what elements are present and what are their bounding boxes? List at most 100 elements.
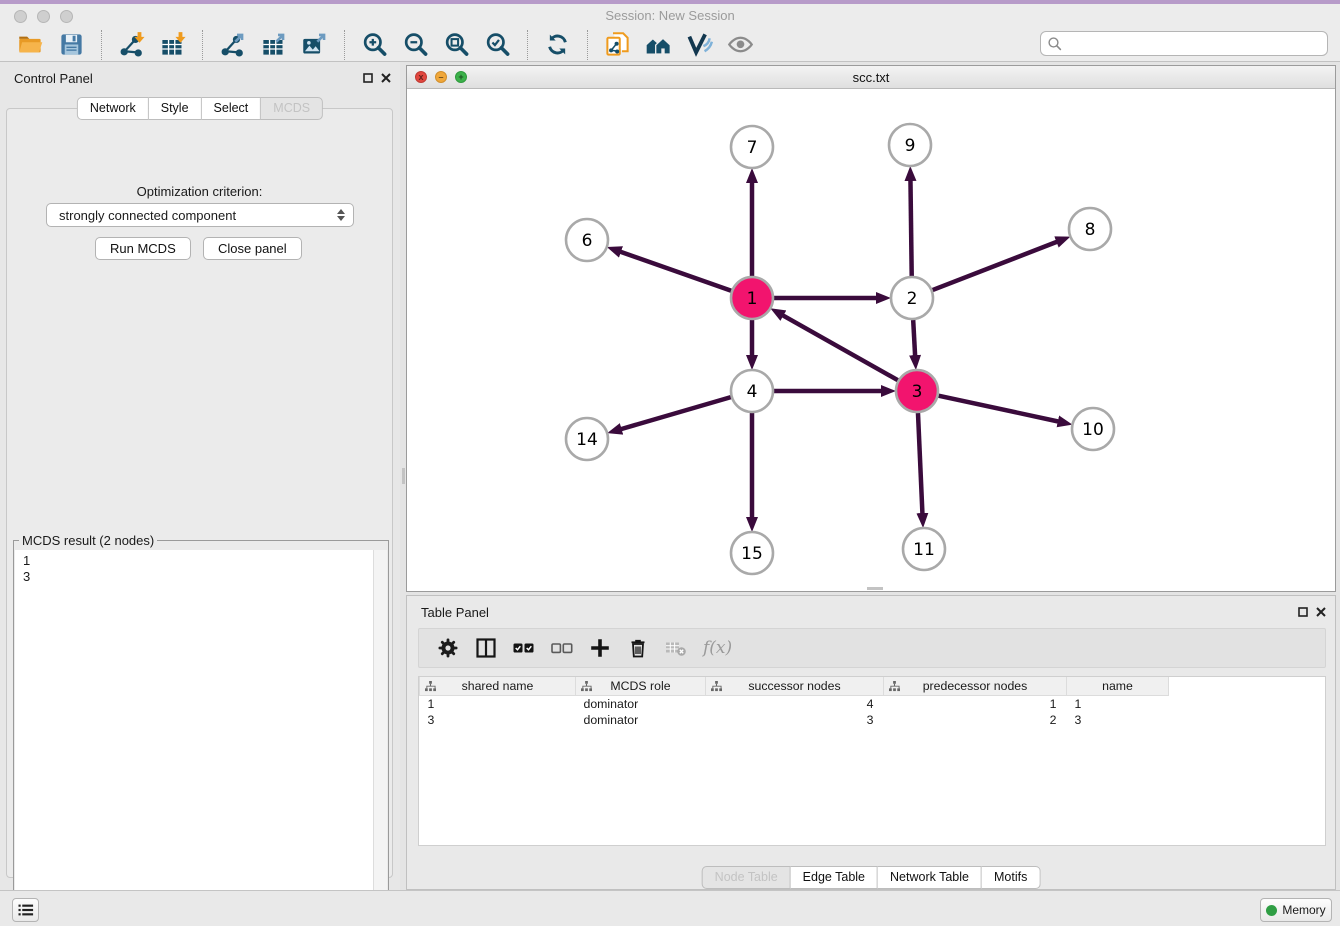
table-panel-header: Table Panel <box>407 596 1335 626</box>
result-scrollbar[interactable] <box>373 550 387 917</box>
graph-node-10[interactable]: 10 <box>1072 408 1114 450</box>
add-icon[interactable] <box>588 636 612 660</box>
tab-node-table[interactable]: Node Table <box>702 866 791 889</box>
apply-layout-icon[interactable] <box>544 31 571 58</box>
memory-button[interactable]: Memory <box>1260 898 1332 922</box>
tab-edge-table[interactable]: Edge Table <box>791 866 878 889</box>
run-mcds-button[interactable]: Run MCDS <box>95 237 191 260</box>
home-icon[interactable] <box>645 31 672 58</box>
app-titlebar: Session: New Session <box>0 4 1340 28</box>
graph-edge-3-10[interactable] <box>939 396 1059 422</box>
table-cell[interactable]: 1 <box>884 696 1067 713</box>
status-bar: Memory <box>0 890 1340 926</box>
zoom-selected-icon[interactable] <box>484 31 511 58</box>
graph-node-14[interactable]: 14 <box>566 418 608 460</box>
svg-text:15: 15 <box>741 544 763 564</box>
table-cell[interactable]: 3 <box>706 712 884 728</box>
svg-text:9: 9 <box>905 136 916 156</box>
h-scroll-grip[interactable] <box>867 587 883 590</box>
graph-node-8[interactable]: 8 <box>1069 208 1111 250</box>
svg-text:7: 7 <box>747 138 758 158</box>
column-layout-icon[interactable] <box>474 636 498 660</box>
task-history-button[interactable] <box>12 898 39 922</box>
table-cell[interactable]: 2 <box>884 712 1067 728</box>
save-session-icon[interactable] <box>58 31 85 58</box>
float-table-panel-icon[interactable] <box>1297 606 1309 618</box>
column-header-successor-nodes[interactable]: successor nodes <box>706 677 884 696</box>
table-cell[interactable]: 1 <box>420 696 576 713</box>
tab-mcds[interactable]: MCDS <box>261 97 323 120</box>
zoom-out-icon[interactable] <box>402 31 429 58</box>
network-from-clipboard-icon[interactable] <box>604 31 631 58</box>
control-panel-tabs: NetworkStyleSelectMCDS <box>77 97 323 120</box>
graph-node-1[interactable]: 1 <box>731 277 773 319</box>
tab-motifs[interactable]: Motifs <box>982 866 1040 889</box>
tab-select[interactable]: Select <box>202 97 262 120</box>
select-all-icon[interactable] <box>512 636 536 660</box>
graph-node-4[interactable]: 4 <box>731 370 773 412</box>
graph-node-15[interactable]: 15 <box>731 532 773 574</box>
delete-table-icon <box>664 636 688 660</box>
export-image-icon[interactable] <box>301 31 328 58</box>
network-window-titlebar[interactable]: x – + scc.txt <box>407 66 1335 89</box>
delete-icon[interactable] <box>626 636 650 660</box>
zoom-fit-icon[interactable] <box>443 31 470 58</box>
column-header-predecessor-nodes[interactable]: predecessor nodes <box>884 677 1067 696</box>
column-header-MCDS-role[interactable]: MCDS role <box>576 677 706 696</box>
table-cell[interactable]: 4 <box>706 696 884 713</box>
open-session-icon[interactable] <box>17 31 44 58</box>
column-header-name[interactable]: name <box>1067 677 1169 696</box>
graph-node-2[interactable]: 2 <box>891 277 933 319</box>
memory-status-icon <box>1266 905 1277 916</box>
zoom-in-icon[interactable] <box>361 31 388 58</box>
close-panel-button[interactable]: Close panel <box>203 237 302 260</box>
column-header-shared-name[interactable]: shared name <box>420 677 576 696</box>
graph-node-3[interactable]: 3 <box>896 370 938 412</box>
deselect-all-icon[interactable] <box>550 636 574 660</box>
search-icon <box>1047 36 1063 52</box>
table-panel-title: Table Panel <box>421 605 489 620</box>
splitter-handle[interactable] <box>402 468 405 484</box>
table-cell[interactable]: 3 <box>1067 712 1169 728</box>
table-cell[interactable]: 1 <box>1067 696 1169 713</box>
toolbar-separator <box>101 30 102 60</box>
graph-edge-3-11[interactable] <box>918 413 922 514</box>
graph-node-6[interactable]: 6 <box>566 219 608 261</box>
graph-edge-2-9[interactable] <box>910 180 911 276</box>
close-table-panel-icon[interactable] <box>1315 606 1327 618</box>
graph-node-7[interactable]: 7 <box>731 126 773 168</box>
show-hide-icon[interactable] <box>727 31 754 58</box>
search-input[interactable] <box>1063 31 1327 56</box>
table-cell[interactable]: 3 <box>420 712 576 728</box>
graph-edge-3-1[interactable] <box>782 315 897 380</box>
graph-node-9[interactable]: 9 <box>889 124 931 166</box>
export-table-icon[interactable] <box>260 31 287 58</box>
export-network-icon[interactable] <box>219 31 246 58</box>
close-panel-icon[interactable] <box>380 72 392 84</box>
table-cell[interactable]: dominator <box>576 712 706 728</box>
graph-edge-2-3[interactable] <box>913 320 915 356</box>
graph-edge-4-14[interactable] <box>621 397 731 429</box>
tab-style[interactable]: Style <box>149 97 202 120</box>
settings-icon[interactable] <box>436 636 460 660</box>
control-panel-title: Control Panel <box>14 71 93 86</box>
table-row[interactable]: 1dominator411 <box>420 696 1169 713</box>
graph-node-11[interactable]: 11 <box>903 528 945 570</box>
vizmapper-icon[interactable] <box>686 31 713 58</box>
toolbar-separator <box>202 30 203 60</box>
tab-network-table[interactable]: Network Table <box>878 866 982 889</box>
graph-edge-2-8[interactable] <box>933 242 1058 290</box>
mcds-result-textarea[interactable]: 1 3 <box>15 550 387 917</box>
import-network-icon[interactable] <box>118 31 145 58</box>
search-box[interactable] <box>1040 31 1328 56</box>
import-table-icon[interactable] <box>159 31 186 58</box>
network-canvas[interactable]: 7 9 6 8 1 2 4 3 14 10 15 11 <box>407 89 1335 591</box>
main-toolbar <box>0 28 1340 62</box>
table-cell[interactable]: dominator <box>576 696 706 713</box>
float-panel-icon[interactable] <box>362 72 374 84</box>
tab-network[interactable]: Network <box>77 97 149 120</box>
criterion-select[interactable]: strongly connected component <box>46 203 354 227</box>
table-row[interactable]: 3dominator323 <box>420 712 1169 728</box>
mcds-result-text: 1 3 <box>15 550 387 585</box>
graph-edge-1-6[interactable] <box>620 252 731 291</box>
